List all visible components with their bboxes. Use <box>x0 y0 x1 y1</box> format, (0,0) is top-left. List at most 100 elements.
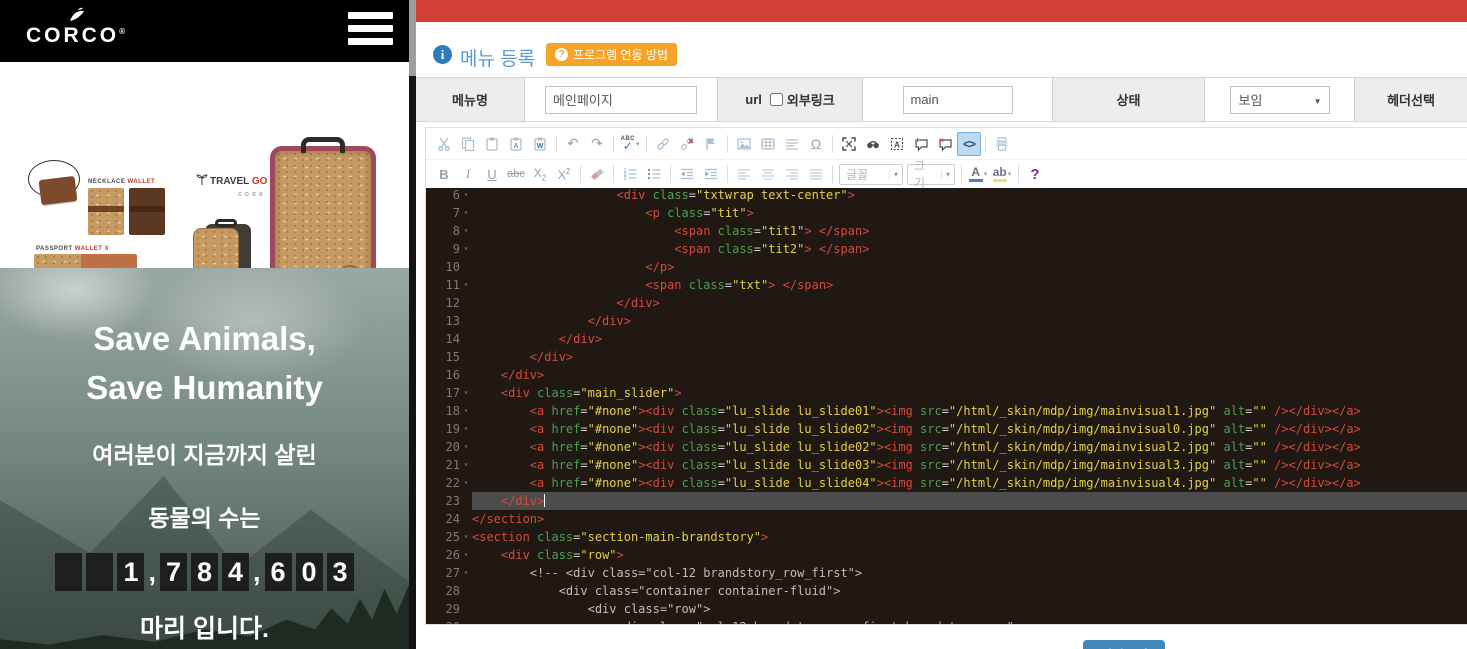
menu-name-input[interactable] <box>545 86 697 114</box>
paste-word-icon[interactable]: W <box>528 132 552 156</box>
align-left-icon[interactable] <box>732 162 756 186</box>
code-line-8[interactable]: 8▾ <span class="tit1"> </span> <box>426 222 1467 240</box>
code-line-10[interactable]: 10 </p> <box>426 258 1467 276</box>
fold-arrow-icon[interactable]: ▾ <box>460 564 472 582</box>
size-combo[interactable]: 크기▾ <box>907 164 955 185</box>
maximize-icon[interactable] <box>837 132 861 156</box>
hamburger-menu-icon[interactable] <box>348 12 393 50</box>
underline-icon[interactable]: U <box>480 162 504 186</box>
product-carousel[interactable]: NECKLACE WALLET PASSPORT WALLET X TRAVEL… <box>0 62 409 268</box>
fold-arrow-icon[interactable]: ▾ <box>460 474 472 492</box>
copy-icon[interactable] <box>456 132 480 156</box>
subscript-icon[interactable]: X2 <box>528 162 552 186</box>
code-line-30[interactable]: 30 <div class="col-12 brandstory_row_fir… <box>426 618 1467 624</box>
align-right-icon[interactable] <box>780 162 804 186</box>
fold-arrow-icon[interactable]: ▾ <box>460 188 472 204</box>
undo-icon[interactable]: ↶ <box>561 132 585 156</box>
comment-remove-icon[interactable]: × <box>933 132 957 156</box>
program-link-help-button[interactable]: ? 프로그램 연동 방법 <box>546 43 677 66</box>
fold-arrow-icon[interactable]: ▾ <box>460 528 472 546</box>
fold-arrow-icon[interactable]: ▾ <box>460 276 472 294</box>
url-input[interactable] <box>903 86 1013 114</box>
code-line-14[interactable]: 14 </div> <box>426 330 1467 348</box>
code-line-20[interactable]: 20▾ <a href="#none"><div class="lu_slide… <box>426 438 1467 456</box>
code-line-27[interactable]: 27▾ <!-- <div class="col-12 brandstory_r… <box>426 564 1467 582</box>
code-line-23[interactable]: 23 </div> <box>426 492 1467 510</box>
help-icon[interactable]: ? <box>1023 162 1047 186</box>
table-icon[interactable] <box>756 132 780 156</box>
code-line-22[interactable]: 22▾ <a href="#none"><div class="lu_slide… <box>426 474 1467 492</box>
status-select[interactable]: 보임 ▼ <box>1230 86 1330 114</box>
find-icon[interactable] <box>861 132 885 156</box>
source-button[interactable]: <> <box>957 132 981 156</box>
code-text: </div> <box>472 312 1467 330</box>
horizontal-line-icon[interactable] <box>780 132 804 156</box>
code-line-28[interactable]: 28 <div class="container container-fluid… <box>426 582 1467 600</box>
outdent-icon[interactable] <box>675 162 699 186</box>
code-line-25[interactable]: 25▾<section class="section-main-brandsto… <box>426 528 1467 546</box>
code-line-26[interactable]: 26▾ <div class="row"> <box>426 546 1467 564</box>
fold-arrow-icon[interactable]: ▾ <box>460 222 472 240</box>
unlink-icon[interactable] <box>675 132 699 156</box>
fold-arrow-icon[interactable]: ▾ <box>460 438 472 456</box>
link-icon[interactable] <box>651 132 675 156</box>
strikethrough-icon[interactable]: abc <box>504 162 528 186</box>
site-logo[interactable]: CORCO® <box>22 6 132 48</box>
code-line-18[interactable]: 18▾ <a href="#none"><div class="lu_slide… <box>426 402 1467 420</box>
code-line-21[interactable]: 21▾ <a href="#none"><div class="lu_slide… <box>426 456 1467 474</box>
preview-save-button[interactable]: 미리보기 <box>1083 640 1165 649</box>
code-line-15[interactable]: 15 </div> <box>426 348 1467 366</box>
paste-text-icon[interactable]: A <box>504 132 528 156</box>
code-line-13[interactable]: 13 </div> <box>426 312 1467 330</box>
code-line-11[interactable]: 11▾ <span class="txt"> </span> <box>426 276 1467 294</box>
fold-arrow-icon[interactable]: ▾ <box>460 240 472 258</box>
code-line-29[interactable]: 29 <div class="row"> <box>426 600 1467 618</box>
code-text: <a href="#none"><div class="lu_slide lu_… <box>472 420 1467 438</box>
code-text: <div class="main_slider"> <box>472 384 1467 402</box>
spellcheck-icon[interactable]: ABC✓▾ <box>618 132 642 156</box>
comment-add-icon[interactable]: + <box>909 132 933 156</box>
select-all-icon[interactable]: A <box>885 132 909 156</box>
code-line-6[interactable]: 6▾ <div class="txtwrap text-center"> <box>426 188 1467 204</box>
special-char-icon[interactable]: Ω <box>804 132 828 156</box>
code-line-17[interactable]: 17▾ <div class="main_slider"> <box>426 384 1467 402</box>
numbered-list-icon[interactable]: 123 <box>618 162 642 186</box>
fold-arrow-icon[interactable]: ▾ <box>460 420 472 438</box>
code-text: <a href="#none"><div class="lu_slide lu_… <box>472 402 1467 420</box>
code-line-24[interactable]: 24</section> <box>426 510 1467 528</box>
indent-icon[interactable] <box>699 162 723 186</box>
paste-icon[interactable] <box>480 132 504 156</box>
align-justify-icon[interactable] <box>804 162 828 186</box>
code-line-16[interactable]: 16 </div> <box>426 366 1467 384</box>
fold-arrow-icon[interactable]: ▾ <box>460 402 472 420</box>
redo-icon[interactable]: ↷ <box>585 132 609 156</box>
source-code-area[interactable]: 6▾ <div class="txtwrap text-center">7▾ <… <box>426 188 1467 624</box>
fold-arrow-icon[interactable]: ▾ <box>460 546 472 564</box>
fold-arrow-icon[interactable]: ▾ <box>460 384 472 402</box>
bulleted-list-icon[interactable] <box>642 162 666 186</box>
align-center-icon[interactable] <box>756 162 780 186</box>
counter-digit: 4 <box>222 553 249 591</box>
print-icon[interactable] <box>990 132 1014 156</box>
superscript-icon[interactable]: X2 <box>552 162 576 186</box>
line-number: 15 <box>426 348 460 366</box>
font-combo[interactable]: 글꼴▾ <box>839 164 903 185</box>
preview-scrollbar[interactable] <box>409 0 416 649</box>
code-line-12[interactable]: 12 </div> <box>426 294 1467 312</box>
external-link-checkbox[interactable] <box>770 93 783 106</box>
code-line-19[interactable]: 19▾ <a href="#none"><div class="lu_slide… <box>426 420 1467 438</box>
screen: CORCO® NECKLACE WALLET PASSPORT WALLET X <box>0 0 1467 649</box>
scrollbar-thumb[interactable] <box>409 0 416 76</box>
italic-icon[interactable]: I <box>456 162 480 186</box>
fold-arrow-icon[interactable]: ▾ <box>460 456 472 474</box>
text-color-icon[interactable]: A▾ <box>966 162 990 186</box>
remove-format-icon[interactable] <box>585 162 609 186</box>
bg-color-icon[interactable]: ab▾ <box>990 162 1014 186</box>
cut-icon[interactable] <box>432 132 456 156</box>
code-line-7[interactable]: 7▾ <p class="tit"> <box>426 204 1467 222</box>
code-line-9[interactable]: 9▾ <span class="tit2"> </span> <box>426 240 1467 258</box>
image-icon[interactable] <box>732 132 756 156</box>
anchor-icon[interactable] <box>699 132 723 156</box>
bold-icon[interactable]: B <box>432 162 456 186</box>
fold-arrow-icon[interactable]: ▾ <box>460 204 472 222</box>
